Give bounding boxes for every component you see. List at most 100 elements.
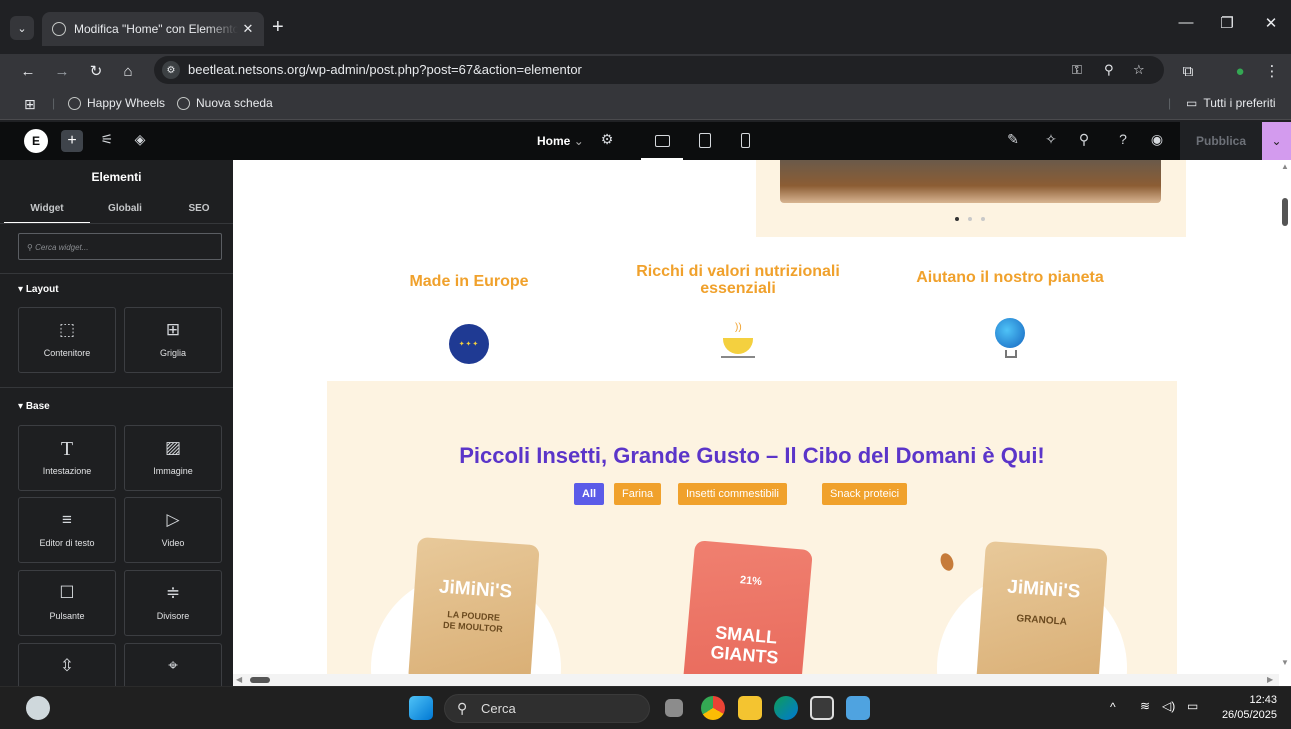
preview-eye-icon[interactable]: ◉ [1146,131,1168,148]
bookmark-happy-wheels[interactable]: Happy Wheels [68,96,165,110]
widget-intestazione[interactable]: T Intestazione [18,425,116,491]
reload-button[interactable]: ↻ [84,59,108,83]
site-settings-icon[interactable]: ⚟ [96,131,118,148]
widget-google-maps[interactable]: ⌖ [124,643,222,686]
scrollbar-thumb[interactable] [250,677,270,683]
bookmark-star-icon[interactable]: ☆ [1133,62,1145,78]
section-base-toggle[interactable]: ▾ Base [18,401,50,412]
zoom-icon[interactable]: ⚲ [1104,62,1114,78]
tab-globali[interactable]: Globali [95,203,155,214]
search-icon[interactable]: ⚲ [1073,131,1095,148]
notepad-icon[interactable] [846,696,870,720]
widget-immagine[interactable]: ▨ Immagine [124,425,222,491]
restore-button[interactable]: ❐ [1214,14,1240,32]
start-windows-icon[interactable] [409,696,433,720]
store-icon[interactable] [810,696,834,720]
widget-divisore[interactable]: ≑ Divisore [124,570,222,636]
product-card[interactable]: 21% SMALL GIANTS [683,540,813,674]
widget-pulsante[interactable]: ☐ Pulsante [18,570,116,636]
scroll-down-icon[interactable]: ▼ [1281,658,1289,667]
close-tab-button[interactable]: ✕ [238,21,258,37]
minimize-button[interactable]: — [1173,14,1199,31]
publish-button[interactable]: Pubblica [1180,122,1262,160]
products-headline: Piccoli Insetti, Grande Gusto – Il Cibo … [459,443,1045,468]
desktop-view-icon[interactable] [655,135,670,147]
tab-search-button[interactable]: ⌄ [10,16,34,40]
widget-search-input[interactable]: ⚲ Cerca widget... [18,233,222,260]
weather-widget-icon[interactable] [26,696,50,720]
publish-options-button[interactable]: ⌄ [1262,122,1291,160]
add-element-button[interactable]: + [61,130,83,152]
widget-video[interactable]: ▷ Video [124,497,222,563]
tablet-view-icon[interactable] [699,133,711,148]
volume-icon[interactable]: ◁) [1162,699,1175,713]
carousel-dot[interactable] [981,217,985,221]
scroll-up-icon[interactable]: ▲ [1281,162,1289,171]
task-view-icon[interactable] [665,699,683,717]
widget-contenitore[interactable]: ⬚ Contenitore [18,307,116,373]
extensions-icon[interactable]: ⧉ [1176,59,1200,83]
text-editor-icon: ≡ [62,510,72,529]
page-settings-gear-icon[interactable]: ⚙ [596,131,618,148]
product-card[interactable]: JiMiNi'S GRANOLA [976,540,1108,674]
wifi-icon[interactable]: ≋ [1140,699,1150,713]
carousel-dot-active[interactable] [955,217,959,221]
products-section: Piccoli Insetti, Grande Gusto – Il Cibo … [327,381,1177,674]
horizontal-scrollbar[interactable]: ◀ ▶ [233,674,1279,686]
structure-layers-icon[interactable]: ◈ [129,131,151,148]
chrome-icon[interactable] [701,696,725,720]
home-button[interactable]: ⌂ [116,59,140,83]
url-text[interactable]: beetleat.netsons.org/wp-admin/post.php?p… [188,62,582,77]
mobile-view-icon[interactable] [741,133,750,148]
scrollbar-thumb[interactable] [1282,198,1288,226]
all-bookmarks-button[interactable]: ▭ Tutti i preferiti [1186,96,1276,110]
page-preview-canvas[interactable]: Made in Europe Ricchi di valori nutrizio… [233,160,1279,674]
image-icon: ▨ [164,438,182,457]
page-switcher[interactable]: Home ⌄ [537,134,584,148]
battery-icon[interactable]: ▭ [1187,699,1198,713]
globe-icon [177,96,190,110]
close-window-button[interactable]: ✕ [1258,14,1284,32]
taskbar-search-box[interactable]: ⚲ Cerca [444,694,650,723]
tab-seo[interactable]: SEO [169,203,229,214]
video-icon: ▷ [166,510,180,529]
profile-avatar[interactable]: ● [1228,59,1252,83]
tab-widget[interactable]: Widget [17,203,77,214]
bowl-icon: )) [721,322,755,360]
widget-griglia[interactable]: ⊞ Griglia [124,307,222,373]
bookmark-nuova-scheda[interactable]: Nuova scheda [177,96,273,110]
product-card[interactable]: JiMiNi'S LA POUDRE DE MOULTOR [408,536,540,674]
back-button[interactable]: ← [16,59,40,83]
widget-spacer[interactable]: ⇳ [18,643,116,686]
scroll-left-icon[interactable]: ◀ [236,675,242,684]
help-icon[interactable]: ? [1112,131,1134,147]
apps-grid-icon[interactable]: ⊞ [24,96,36,113]
site-info-icon[interactable]: ⚙ [162,61,180,79]
globe-stand [1005,350,1017,358]
kebab-menu-icon[interactable]: ⋮ [1260,59,1284,83]
notifications-icon[interactable]: ✧ [1040,131,1062,148]
new-tab-button[interactable]: + [272,16,284,38]
file-explorer-icon[interactable] [738,696,762,720]
vertical-scrollbar[interactable]: ▲ ▼ [1279,160,1291,686]
system-clock[interactable]: 12:43 26/05/2025 [1213,693,1277,723]
filter-insetti-commestibili-button[interactable]: Insetti commestibili [678,483,787,505]
image-carousel[interactable] [756,160,1186,237]
filter-snack-proteici-button[interactable]: Snack proteici [822,483,908,505]
chevron-up-icon[interactable]: ^ [1110,700,1116,714]
bookmark-separator: | [52,96,56,110]
widget-editor-di-testo[interactable]: ≡ Editor di testo [18,497,116,563]
grid-icon: ⊞ [165,320,181,339]
forward-button[interactable]: → [50,59,74,83]
password-key-icon[interactable]: ⚿ [1072,62,1082,78]
color-picker-icon[interactable]: ✎ [1002,131,1024,148]
section-layout-toggle[interactable]: ▾ Layout [18,284,59,295]
carousel-dot[interactable] [968,217,972,221]
scroll-right-icon[interactable]: ▶ [1267,675,1273,684]
elementor-logo-icon[interactable]: E [24,129,48,153]
browser-tab[interactable]: Modifica "Home" con Elementor ✕ [42,12,264,46]
address-bar[interactable]: ⚙ beetleat.netsons.org/wp-admin/post.php… [154,56,1164,84]
filter-farina-button[interactable]: Farina [614,483,662,505]
filter-all-button[interactable]: All [574,483,605,505]
edge-icon[interactable] [774,696,798,720]
